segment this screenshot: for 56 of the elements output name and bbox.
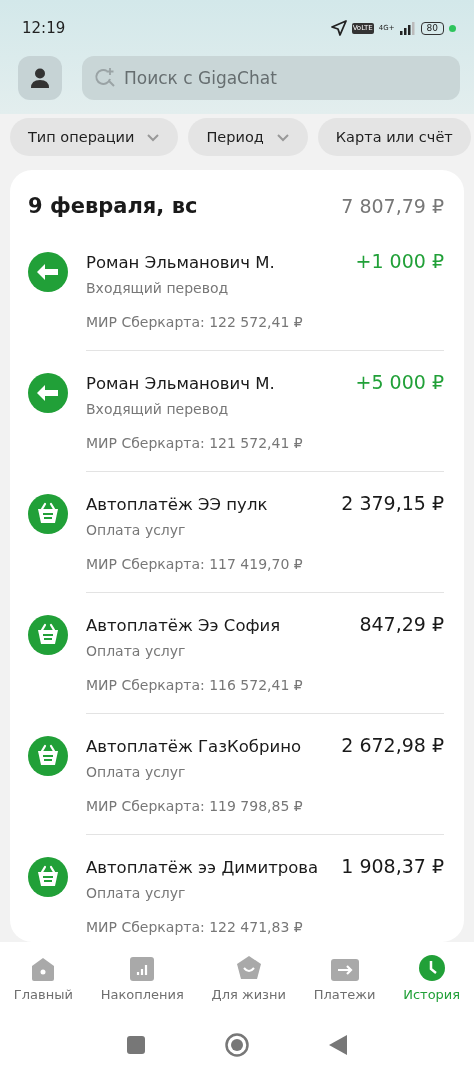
transaction-type: Оплата услуг xyxy=(86,522,187,538)
nav-tab[interactable]: Для жизни xyxy=(211,954,286,1002)
transaction-amount: 1 908,37 ₽ xyxy=(341,855,444,877)
transaction-type: Оплата услуг xyxy=(86,643,187,659)
basket-icon xyxy=(28,494,68,534)
nav-tab[interactable]: Накопления xyxy=(100,954,184,1002)
transaction-title: Роман Эльманович М. xyxy=(86,253,275,272)
account-balance: МИР Сберкарта: 122 572,41 ₽ xyxy=(86,314,304,330)
person-icon xyxy=(31,68,49,88)
clock-icon xyxy=(418,955,445,981)
basket-icon xyxy=(28,736,68,776)
home-button-icon[interactable] xyxy=(225,1033,249,1057)
transaction-amount: +5 000 ₽ xyxy=(355,371,444,393)
account-balance: МИР Сберкарта: 119 798,85 ₽ xyxy=(86,798,304,814)
location-icon xyxy=(330,20,347,36)
filter-chip[interactable]: Карта или счёт xyxy=(317,118,471,156)
transaction-amount: 2 672,98 ₽ xyxy=(341,734,444,756)
transaction-amount: 2 379,15 ₽ xyxy=(341,492,444,514)
signal-icon xyxy=(399,21,416,35)
transaction-type: Оплата услуг xyxy=(86,764,187,780)
nav-tab[interactable]: Главный xyxy=(13,954,73,1002)
filter-chip[interactable]: Тип операции xyxy=(10,118,179,156)
account-balance: МИР Сберкарта: 122 471,83 ₽ xyxy=(86,919,304,935)
nav-tab[interactable]: История xyxy=(403,954,461,1002)
profile-button[interactable] xyxy=(18,56,62,100)
transaction-title: Автоплатёж ээ Димитрова xyxy=(86,858,319,877)
account-balance: МИР Сберкарта: 117 419,70 ₽ xyxy=(86,556,304,572)
transaction-title: Автоплатёж Ээ София xyxy=(86,616,281,635)
transaction-title: Автоплатёж ЭЭ пулк xyxy=(86,495,268,514)
basket-icon xyxy=(28,615,68,655)
status-time: 12:19 xyxy=(22,19,66,37)
star-smile-icon xyxy=(234,955,263,981)
transaction-title: Автоплатёж ГазКобрино xyxy=(86,737,302,756)
bar-chart-icon xyxy=(130,957,155,981)
back-icon[interactable] xyxy=(329,1035,347,1055)
nav-tab[interactable]: Платежи xyxy=(313,954,376,1002)
transaction-type: Оплата услуг xyxy=(86,885,187,901)
search-field[interactable]: Поиск с GigaChat xyxy=(82,56,460,100)
battery-indicator: 80 xyxy=(420,21,444,35)
arrow-left-icon xyxy=(28,373,68,413)
account-balance: МИР Сберкарта: 121 572,41 ₽ xyxy=(86,435,304,451)
date-heading: 9 февраля, вс xyxy=(28,194,198,218)
transaction-type: Входящий перевод xyxy=(86,280,230,296)
day-total: 7 807,79 ₽ xyxy=(341,195,444,217)
transaction-type: Входящий перевод xyxy=(86,401,230,417)
search-sparkle-icon xyxy=(94,67,116,89)
home-icon xyxy=(30,957,57,981)
privacy-dot xyxy=(449,24,456,32)
transaction-title: Роман Эльманович М. xyxy=(86,374,275,393)
transfer-icon xyxy=(330,959,359,981)
transaction-amount: +1 000 ₽ xyxy=(355,250,444,272)
basket-icon xyxy=(28,857,68,897)
arrow-left-icon xyxy=(28,252,68,292)
transaction-amount: 847,29 ₽ xyxy=(359,613,444,635)
account-balance: МИР Сберкарта: 116 572,41 ₽ xyxy=(86,677,304,693)
filter-chip[interactable]: Период xyxy=(188,118,308,156)
